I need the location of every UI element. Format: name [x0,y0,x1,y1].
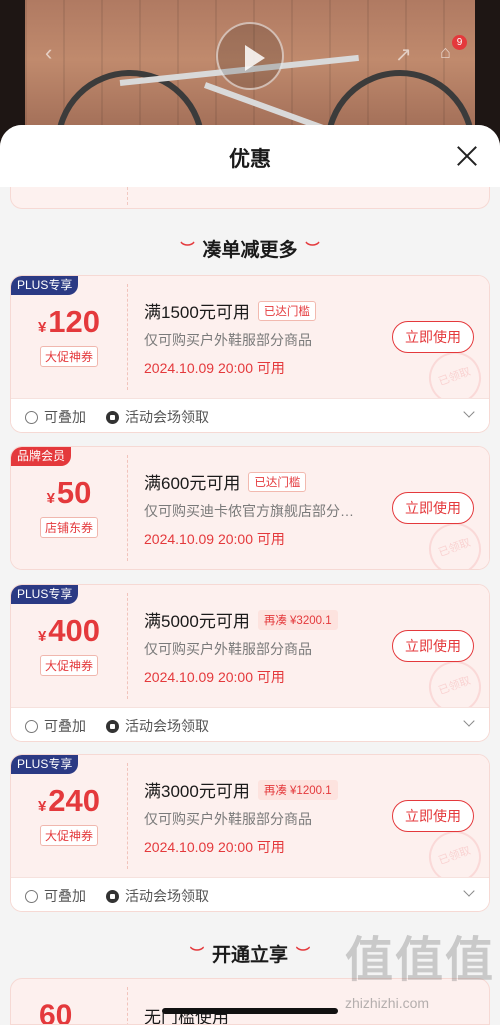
watermark-logo: 值值值 [345,934,496,987]
decoration-icon: ︶ [189,946,204,962]
coupon-card: PLUS专享 ¥400 大促神券 满5000元可用 再凑 ¥3200.1 仅可购买… [10,584,490,742]
coupon-footer[interactable]: 可叠加 活动会场领取 [11,398,489,432]
watermark: 值值值 zhizhizhi.com [345,935,495,1025]
chevron-down-icon[interactable] [463,406,475,418]
coupon-type: 大促神券 [11,346,127,367]
back-arrow-icon[interactable]: ‹ [45,40,52,66]
cart-icon[interactable]: ⌂ [440,42,451,63]
brand-member-tag: 品牌会员 [11,447,72,466]
coupon-type: 大促神券 [11,825,127,846]
coupon-scope: 仅可购买户外鞋服部分商品 [144,641,312,657]
coupon-amount: ¥240 [37,783,101,818]
threshold-badge: 已达门槛 [248,471,307,492]
home-indicator[interactable] [162,1008,338,1014]
section-title-more: ︶ 凑单减更多 ︶ [180,240,320,261]
plus-tag: PLUS专享 [11,755,79,774]
share-icon[interactable]: ↗ [395,42,412,67]
decoration-icon: ︶ [180,241,195,257]
coupon-scope: 仅可购买户外鞋服部分商品 [144,811,312,827]
coupon-card: PLUS专享 ¥240 大促神券 满3000元可用 再凑 ¥1200.1 仅可购买… [10,754,490,912]
coupon-validity: 2024.10.09 20:00 可用 [144,839,285,855]
source-label: 活动会场领取 [125,409,209,425]
remaining-badge: 再凑 ¥3200.1 [257,609,338,630]
coupon-scope: 仅可购买户外鞋服部分商品 [144,332,312,348]
use-now-button[interactable]: 立即使用 [392,800,474,832]
sheet-title: 优惠 [229,148,271,171]
play-button[interactable] [216,22,284,90]
coupon-validity: 2024.10.09 20:00 可用 [144,360,285,376]
coupon-condition: 满1500元可用 已达门槛 [144,298,384,323]
coupon-card: PLUS专享 ¥120 大促神券 满1500元可用 已达门槛 仅可购买户外鞋服部分… [10,275,490,433]
chevron-down-icon[interactable] [463,715,475,727]
coupon-type: 店铺东券 [11,517,127,538]
coupon-card: 品牌会员 ¥50 店铺东券 满600元可用 已达门槛 仅可购买迪卡侬官方旗舰店部分… [10,446,490,570]
stack-icon [25,410,38,424]
stack-icon [25,719,38,733]
coupon-condition: 满600元可用 已达门槛 [144,469,384,494]
coupon-type: 大促神券 [11,655,127,676]
watermark-url: zhizhizhi.com [345,995,430,1011]
coupon-amount: ¥50 [46,475,92,510]
source-label: 活动会场领取 [125,718,209,734]
coupon-footer[interactable]: 可叠加 活动会场领取 [11,707,489,741]
plus-tag: PLUS专享 [11,276,79,295]
coupon-amount: ¥120 [37,304,101,339]
stackable-label: 可叠加 [44,718,86,734]
remaining-badge: 再凑 ¥1200.1 [257,779,338,800]
previous-coupon-tail [10,187,490,209]
stackable-label: 可叠加 [44,409,86,425]
chevron-down-icon[interactable] [463,885,475,897]
use-now-button[interactable]: 立即使用 [392,492,474,524]
coupon-condition: 满3000元可用 再凑 ¥1200.1 [144,777,384,802]
close-icon[interactable] [456,145,478,167]
coupon-condition: 无门槛使用 [144,1008,229,1025]
cart-count-badge: 9 [452,35,467,50]
coupon-amount: 60 [39,999,73,1025]
stack-icon [25,889,38,903]
stackable-label: 可叠加 [44,888,86,904]
use-now-button[interactable]: 立即使用 [392,321,474,353]
coupon-validity: 2024.10.09 20:00 可用 [144,669,285,685]
venue-icon [106,410,119,424]
decoration-icon: ︶ [305,241,320,257]
coupon-condition: 满5000元可用 再凑 ¥3200.1 [144,607,384,632]
coupon-footer[interactable]: 可叠加 活动会场领取 [11,877,489,911]
venue-icon [106,889,119,903]
sheet-header: 优惠 [0,125,500,187]
coupon-validity: 2024.10.09 20:00 可用 [144,531,285,547]
plus-tag: PLUS专享 [11,585,79,604]
threshold-badge: 已达门槛 [257,300,316,321]
coupon-scope: 仅可购买迪卡侬官方旗舰店部分… [144,503,354,519]
source-label: 活动会场领取 [125,888,209,904]
venue-icon [106,719,119,733]
decoration-icon: ︶ [296,946,310,962]
coupon-amount: ¥400 [37,613,101,648]
use-now-button[interactable]: 立即使用 [392,630,474,662]
